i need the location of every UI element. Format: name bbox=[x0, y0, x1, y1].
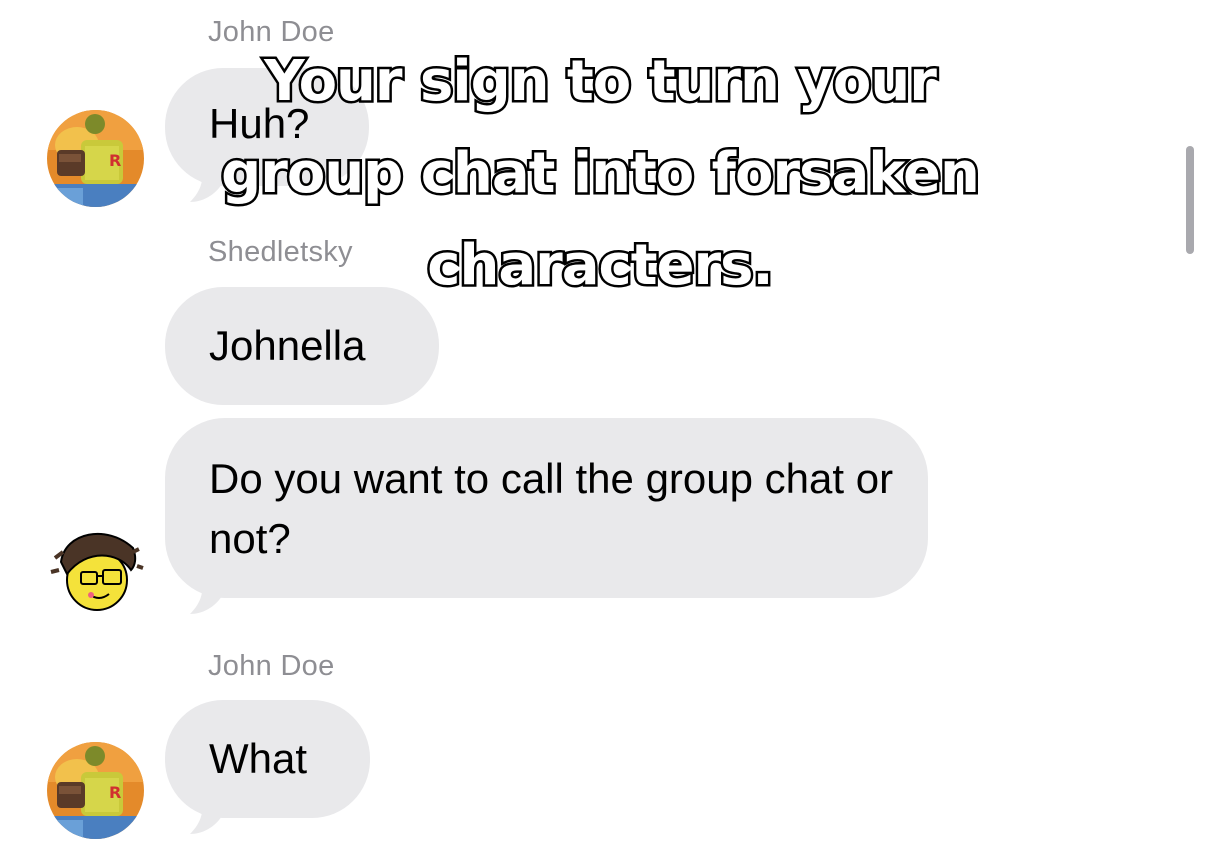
caption-line: characters. bbox=[425, 231, 776, 301]
bubble-tail bbox=[190, 802, 222, 834]
bubble-tail bbox=[190, 582, 222, 614]
caption-overlay: Your sign to turn your group chat into f… bbox=[150, 36, 1050, 312]
sender-name-john-doe: John Doe bbox=[208, 650, 335, 682]
john-doe-avatar[interactable]: R bbox=[47, 742, 144, 839]
message-text: Johnella bbox=[209, 322, 366, 369]
message-bubble[interactable]: What bbox=[165, 700, 370, 818]
svg-text:R: R bbox=[109, 151, 121, 170]
message-text: What bbox=[209, 735, 308, 782]
john-doe-avatar[interactable]: R bbox=[47, 110, 144, 207]
svg-text:R: R bbox=[109, 783, 121, 802]
message-text: Do you want to call the group chat or no… bbox=[209, 455, 894, 562]
message-bubble[interactable]: Do you want to call the group chat or no… bbox=[165, 418, 928, 598]
caption-line: Your sign to turn your bbox=[262, 47, 940, 117]
shedletsky-avatar[interactable] bbox=[47, 522, 144, 619]
scrollbar[interactable] bbox=[1186, 146, 1194, 254]
caption-line: group chat into forsaken bbox=[219, 139, 983, 209]
